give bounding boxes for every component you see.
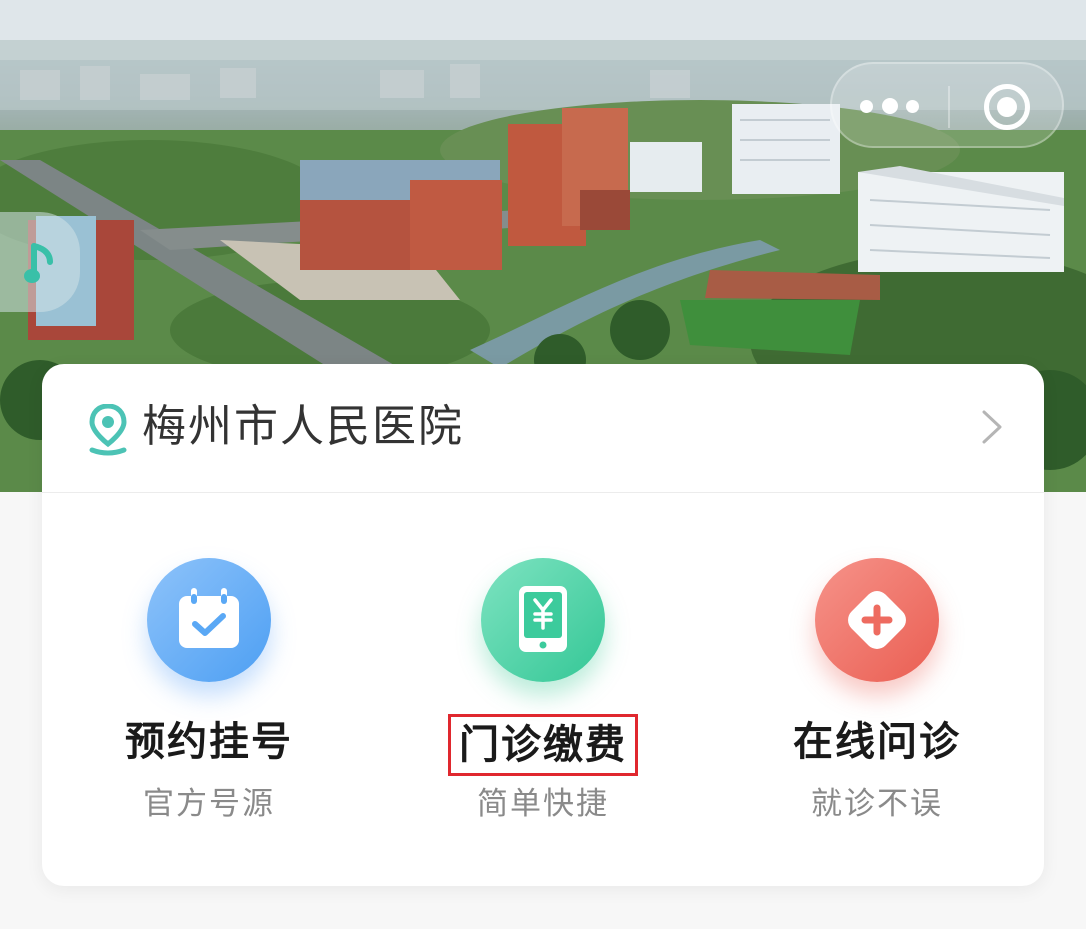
- medical-plus-icon: [815, 558, 939, 682]
- hospital-name: 梅州市人民医院: [142, 401, 464, 452]
- service-online-consultation[interactable]: 在线问诊 就诊不误: [710, 492, 1044, 886]
- calendar-check-icon: [147, 558, 271, 682]
- service-subtitle: 官方号源: [143, 786, 275, 822]
- mini-program-capsule: [830, 62, 1064, 148]
- more-options-icon[interactable]: [860, 94, 920, 120]
- close-mini-program-icon[interactable]: [984, 84, 1030, 130]
- yuan-payment-icon: [481, 558, 605, 682]
- music-note-icon: [24, 243, 53, 283]
- service-title: 门诊缴费: [376, 714, 710, 776]
- service-subtitle: 简单快捷: [477, 786, 609, 822]
- chevron-right-icon: [982, 410, 1002, 444]
- location-pin-icon: [89, 404, 127, 456]
- service-grid: 预约挂号 官方号源 门诊缴费 简单快捷 在线问诊 就诊不误: [42, 492, 1044, 886]
- service-title: 预约挂号: [125, 719, 293, 765]
- capsule-divider: [948, 86, 950, 128]
- service-appointment[interactable]: 预约挂号 官方号源: [42, 492, 376, 886]
- service-subtitle: 就诊不误: [811, 786, 943, 822]
- page: 梅州市人民医院 预约挂号 官方号源 门诊缴费 简单快捷 在线问诊 就诊不误: [0, 0, 1086, 929]
- service-title: 在线问诊: [793, 719, 961, 765]
- hospital-service-card: 梅州市人民医院 预约挂号 官方号源 门诊缴费 简单快捷 在线问诊 就诊不误: [42, 364, 1044, 886]
- highlight-box: 门诊缴费: [448, 714, 638, 776]
- music-toggle-button[interactable]: [0, 212, 80, 312]
- hospital-selector[interactable]: 梅州市人民医院: [42, 364, 1044, 493]
- service-outpatient-payment[interactable]: 门诊缴费 简单快捷: [376, 492, 710, 886]
